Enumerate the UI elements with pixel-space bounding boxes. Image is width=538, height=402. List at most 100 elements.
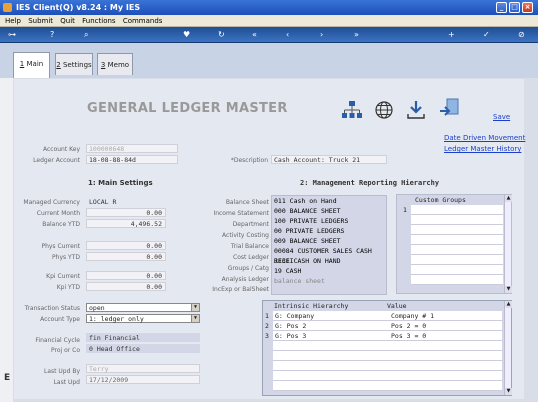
list-item[interactable]: 100 PRIVATE LEDGERS xyxy=(272,216,386,226)
proj-or-co-field[interactable]: 0 Head Office xyxy=(86,344,200,353)
transaction-status-label: Transaction Status xyxy=(24,305,80,312)
close-button[interactable]: × xyxy=(522,2,533,13)
tab-main-num: 1 xyxy=(19,60,25,68)
table-row[interactable] xyxy=(273,351,502,361)
prev-icon[interactable]: ‹ xyxy=(286,30,289,40)
scroll-up-icon[interactable]: ▲ xyxy=(505,301,512,308)
ledger-account-field[interactable]: 18-08-88-84d xyxy=(86,155,178,164)
heart-icon[interactable]: ♥ xyxy=(183,30,190,40)
next-icon[interactable]: › xyxy=(320,30,323,40)
last-icon[interactable]: » xyxy=(354,30,359,40)
window-title-bar: IES Client(Q) v8.24 : My IES _ □ × xyxy=(0,0,538,15)
table-row[interactable] xyxy=(411,245,503,255)
globe-icon[interactable] xyxy=(373,99,395,121)
balance-ytd-field: 4,496.52 xyxy=(86,219,166,228)
row-value: Pos 2 = 0 xyxy=(391,322,427,330)
minimize-button[interactable]: _ xyxy=(496,2,507,13)
account-key-field[interactable]: 100000648 xyxy=(86,144,178,153)
mgmt-label-trial-balance: Trial Balance xyxy=(230,243,269,250)
download-icon[interactable] xyxy=(405,99,427,121)
add-icon[interactable]: + xyxy=(448,30,455,40)
list-item[interactable]: 000 BALANCE SHEET xyxy=(272,206,386,216)
menu-functions[interactable]: Functions xyxy=(82,17,115,25)
transaction-status-select[interactable]: open ▼ xyxy=(86,303,200,312)
intrinsic-col-value: Value xyxy=(387,302,407,310)
list-item[interactable]: 19 CASH xyxy=(272,266,386,276)
row-number: 3 xyxy=(265,332,269,340)
table-row[interactable]: 1 G: Company Company # 1 xyxy=(265,311,502,321)
row-hierarchy: G: Pos 3 xyxy=(275,332,307,340)
maximize-button[interactable]: □ xyxy=(509,2,520,13)
scroll-up-icon[interactable]: ▲ xyxy=(505,195,512,202)
app-icon xyxy=(3,3,12,12)
list-item[interactable]: 009 BALANCE SHEET xyxy=(272,236,386,246)
refresh-icon[interactable]: ↻ xyxy=(218,30,225,40)
account-type-label: Account Type xyxy=(40,316,80,323)
ledger-master-history-link[interactable]: Ledger Master History xyxy=(444,145,521,153)
help-icon[interactable]: ? xyxy=(50,30,54,40)
table-row[interactable] xyxy=(273,371,502,381)
row-value: Pos 3 = 0 xyxy=(391,332,427,340)
list-item[interactable]: 00084 CUSTOMER SALES CASH RECEI xyxy=(272,246,386,265)
list-item[interactable]: 00 PRIVATE LEDGERS xyxy=(272,226,386,236)
scroll-down-icon[interactable]: ▼ xyxy=(505,286,512,293)
table-row[interactable]: 3 G: Pos 3 Pos 3 = 0 xyxy=(265,331,502,341)
export-file-icon[interactable] xyxy=(438,97,462,123)
table-row[interactable] xyxy=(411,265,503,275)
save-link[interactable]: Save xyxy=(493,113,510,121)
list-item[interactable]: 011 Cash on Hand xyxy=(272,196,386,206)
table-row[interactable] xyxy=(411,275,503,285)
menu-quit[interactable]: Quit xyxy=(60,17,75,25)
row-number: 1 xyxy=(403,206,407,214)
first-icon[interactable]: « xyxy=(252,30,257,40)
tab-memo-label: Memo xyxy=(107,61,130,69)
tab-strip: 1 Main 2 Settings 3 Memo xyxy=(0,43,538,78)
menu-submit[interactable]: Submit xyxy=(28,17,53,25)
table-row[interactable]: 2 G: Pos 2 Pos 2 = 0 xyxy=(265,321,502,331)
cancel-icon[interactable]: ⊘ xyxy=(518,30,525,40)
table-row[interactable]: 1 xyxy=(403,205,503,215)
mgmt-label-cost-ledger: Cost Ledger xyxy=(233,254,269,261)
menu-help[interactable]: Help xyxy=(5,17,21,25)
chevron-down-icon[interactable]: ▼ xyxy=(191,304,199,311)
table-row[interactable] xyxy=(411,225,503,235)
intrinsic-scrollbar[interactable]: ▲ ▼ xyxy=(504,301,512,395)
description-field[interactable]: Cash Account: Truck 21 xyxy=(271,155,387,164)
table-row[interactable] xyxy=(411,255,503,265)
list-item[interactable]: balance sheet xyxy=(272,276,386,286)
custom-groups-scrollbar[interactable]: ▲ ▼ xyxy=(504,195,512,293)
mgmt-label-balance-sheet: Balance Sheet xyxy=(225,199,269,206)
tab-memo[interactable]: 3 Memo xyxy=(97,53,133,75)
financial-cycle-field[interactable]: fin Financial xyxy=(86,333,200,342)
tab-memo-num: 3 xyxy=(100,61,106,69)
kpi-current-label: Kpi Current xyxy=(46,273,80,280)
tab-settings-label: Settings xyxy=(62,61,92,69)
account-type-select[interactable]: 1: ledger only ▼ xyxy=(86,314,200,323)
hierarchy-icon[interactable] xyxy=(341,99,363,121)
mgmt-label-groups-catg: Groups / Catg xyxy=(227,265,269,272)
chevron-down-icon[interactable]: ▼ xyxy=(191,315,199,322)
row-hierarchy: G: Company xyxy=(275,312,315,320)
tab-settings[interactable]: 2 Settings xyxy=(55,53,93,75)
intrinsic-hierarchy-grid: Intrinsic Hierarchy Value 1 G: Company C… xyxy=(262,300,512,396)
table-row[interactable] xyxy=(273,361,502,371)
last-upd-by-field: Terry xyxy=(86,364,200,373)
phys-ytd-field: 0.00 xyxy=(86,252,166,261)
tab-main[interactable]: 1 Main xyxy=(13,52,50,78)
key-icon[interactable]: ⊶ xyxy=(8,30,16,40)
current-month-label: Current Month xyxy=(36,210,80,217)
scroll-down-icon[interactable]: ▼ xyxy=(505,388,512,395)
mgmt-hierarchy-heading: 2: Management Reporting Hierarchy xyxy=(300,179,440,187)
menu-commands[interactable]: Commands xyxy=(123,17,163,25)
last-upd-label: Last Upd xyxy=(53,379,80,386)
search-icon[interactable]: ⌕ xyxy=(84,30,88,40)
table-row[interactable] xyxy=(411,215,503,225)
check-icon[interactable]: ✓ xyxy=(483,30,490,40)
table-row[interactable] xyxy=(273,381,502,391)
phys-current-field: 0.00 xyxy=(86,241,166,250)
date-driven-movement-link[interactable]: Date Driven Movement xyxy=(444,134,525,142)
table-row[interactable] xyxy=(411,235,503,245)
table-row[interactable] xyxy=(273,341,502,351)
intrinsic-col-hierarchy: Intrinsic Hierarchy xyxy=(274,302,349,310)
list-item[interactable]: J131 CASH ON HAND xyxy=(272,256,386,266)
